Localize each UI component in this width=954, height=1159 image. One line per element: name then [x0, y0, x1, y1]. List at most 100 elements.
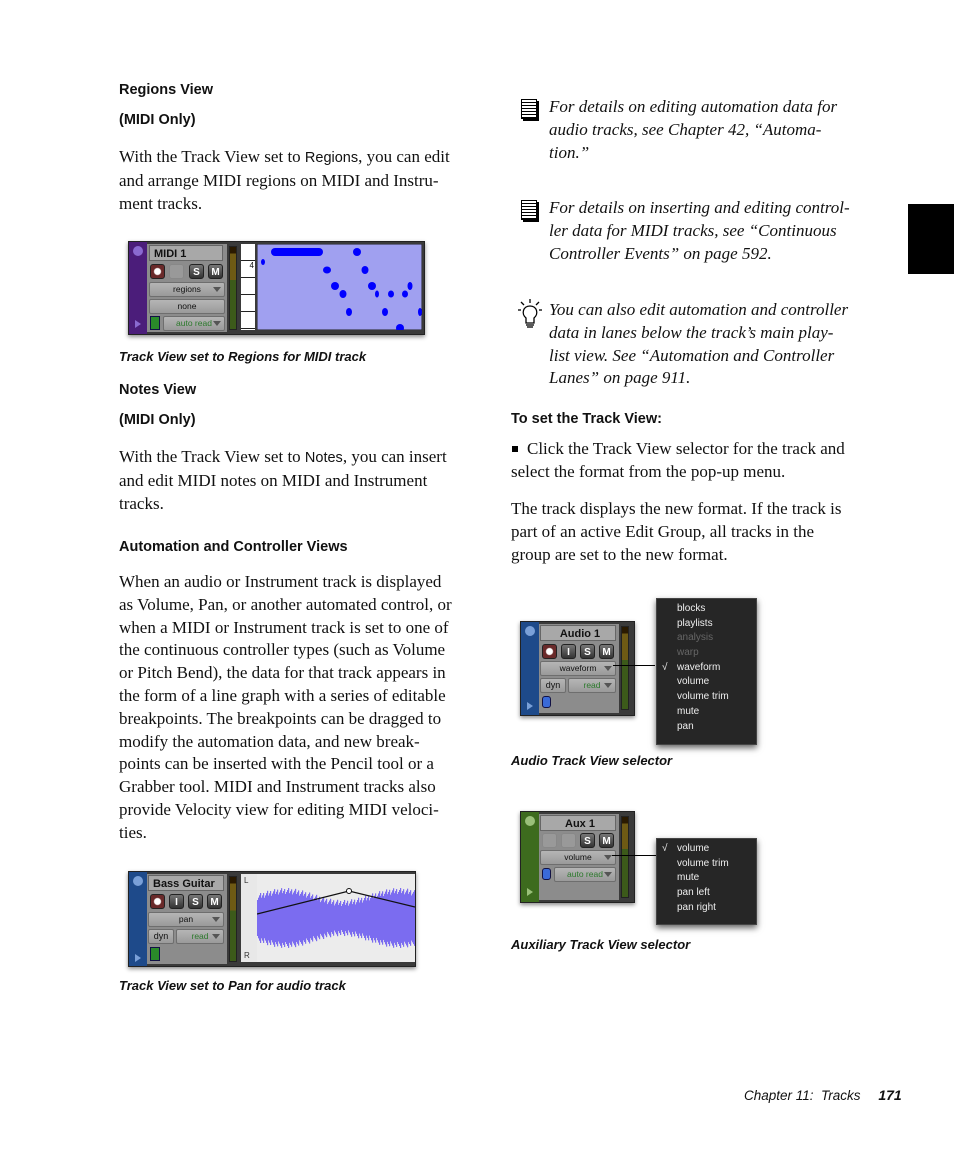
- midi-note: [418, 308, 422, 316]
- menu-item-playlists[interactable]: playlists: [657, 617, 756, 632]
- menu-item-volume[interactable]: √ volume: [657, 842, 756, 857]
- expand-arrow-icon[interactable]: [135, 320, 141, 328]
- track-name[interactable]: MIDI 1: [149, 245, 223, 261]
- input-button[interactable]: I: [561, 644, 576, 659]
- menu-item-pan-right[interactable]: pan right: [657, 901, 756, 916]
- midi-note: [346, 308, 352, 316]
- pan-automation-lane[interactable]: [257, 874, 415, 962]
- notes-view-subheading: (MIDI Only): [119, 412, 196, 428]
- blank-button: [561, 833, 576, 848]
- record-enable-button[interactable]: [150, 264, 165, 279]
- midi-note: [382, 308, 388, 316]
- mute-button[interactable]: M: [599, 644, 614, 659]
- solo-button[interactable]: S: [189, 264, 204, 279]
- menu-item-pan-left[interactable]: pan left: [657, 886, 756, 901]
- blank-button: [542, 833, 557, 848]
- midi-note: [375, 290, 379, 298]
- expand-arrow-icon[interactable]: [135, 954, 141, 962]
- input-monitor-icon[interactable]: [150, 947, 160, 961]
- midi-note: [368, 282, 376, 290]
- midi-track-figure-caption: Track View set to Regions for MIDI track: [119, 349, 367, 364]
- midi-note: [339, 290, 347, 298]
- bass-guitar-track-figure: Bass Guitar I S M pan dyn read L R: [128, 871, 416, 967]
- level-meter: [621, 816, 629, 898]
- regions-view-heading: Regions View: [119, 82, 214, 98]
- automation-breakpoint: [346, 888, 352, 894]
- note-automation-reference: For details on editing automation data f…: [549, 97, 838, 162]
- page-number: 171: [878, 1087, 902, 1103]
- dyn-button[interactable]: dyn: [148, 929, 174, 944]
- automation-mode-selector[interactable]: read: [176, 929, 224, 944]
- expand-arrow-icon[interactable]: [527, 888, 533, 896]
- record-enable-button[interactable]: [542, 644, 557, 659]
- midi-note: [353, 248, 361, 256]
- automation-mode-selector[interactable]: read: [568, 678, 616, 693]
- note-automation-lanes-tip: You can also edit automation and control…: [549, 300, 849, 388]
- chapter-thumb-tab: [908, 204, 954, 274]
- piano-keyboard: 4: [241, 244, 255, 330]
- midi-note: [361, 266, 369, 274]
- track-view-selector[interactable]: waveform: [540, 661, 616, 676]
- level-meter: [229, 246, 237, 330]
- ruler-label: 4: [249, 261, 254, 270]
- automation-mode-selector[interactable]: auto read: [163, 316, 225, 331]
- solo-button[interactable]: S: [580, 644, 595, 659]
- input-monitor-icon[interactable]: [150, 316, 160, 330]
- input-button[interactable]: I: [169, 894, 184, 909]
- expand-arrow-icon[interactable]: [527, 702, 533, 710]
- dyn-button[interactable]: dyn: [540, 678, 566, 693]
- mute-button[interactable]: M: [599, 833, 614, 848]
- track-name[interactable]: Audio 1: [540, 625, 616, 641]
- playlist-selector[interactable]: none: [149, 299, 225, 314]
- menu-item-waveform[interactable]: √ waveform: [657, 661, 756, 676]
- checkmark-icon: √: [662, 661, 668, 673]
- lane-ruler: L R: [241, 874, 257, 962]
- procedure-heading: To set the Track View:: [511, 411, 662, 427]
- track-menu-icon[interactable]: [133, 246, 143, 256]
- mute-button[interactable]: M: [208, 264, 223, 279]
- menu-item-volume[interactable]: volume: [657, 675, 756, 690]
- track-name[interactable]: Bass Guitar: [148, 875, 224, 891]
- midi-note: [323, 266, 331, 274]
- menu-item-blocks[interactable]: blocks: [657, 602, 756, 617]
- note-controller-reference: For details on inserting and editing con…: [549, 198, 850, 263]
- midi-notes-lane[interactable]: [257, 244, 422, 330]
- track-menu-icon[interactable]: [133, 876, 143, 886]
- midi-note: [331, 282, 339, 290]
- level-meter: [229, 876, 237, 962]
- regions-view-body: With the Track View set to Regions, you …: [119, 147, 450, 213]
- voice-icon[interactable]: [542, 868, 551, 880]
- solo-button[interactable]: S: [188, 894, 203, 909]
- track-name[interactable]: Aux 1: [540, 815, 616, 831]
- menu-item-mute[interactable]: mute: [657, 871, 756, 886]
- menu-item-volume-trim[interactable]: volume trim: [657, 690, 756, 705]
- level-meter: [621, 626, 629, 710]
- notes-view-body: With the Track View set to Notes, you ca…: [119, 447, 447, 513]
- track-view-selector[interactable]: regions: [149, 282, 225, 297]
- callout-leader-line: [613, 665, 655, 666]
- menu-item-pan[interactable]: pan: [657, 720, 756, 735]
- track-view-selector[interactable]: volume: [540, 850, 616, 865]
- track-view-selector[interactable]: pan: [148, 912, 224, 927]
- solo-button[interactable]: S: [580, 833, 595, 848]
- page-footer: Chapter 11: Tracks 171: [744, 1087, 902, 1103]
- midi-track-figure: MIDI 1 S M regions none auto read 4: [128, 241, 425, 335]
- voice-icon[interactable]: [542, 696, 551, 708]
- mute-button[interactable]: M: [207, 894, 222, 909]
- menu-item-mute[interactable]: mute: [657, 705, 756, 720]
- blank-button: [169, 264, 184, 279]
- track-menu-icon[interactable]: [525, 626, 535, 636]
- track-color-strip: [129, 872, 147, 966]
- automation-views-heading: Automation and Controller Views: [119, 539, 348, 555]
- bullet-icon: [512, 445, 518, 452]
- bass-guitar-figure-caption: Track View set to Pan for audio track: [119, 978, 346, 993]
- footer-chapter: Chapter 11: Tracks: [744, 1088, 861, 1103]
- lane-bottom-label: R: [244, 951, 250, 960]
- automation-mode-selector[interactable]: auto read: [554, 867, 616, 882]
- record-enable-button[interactable]: [150, 894, 165, 909]
- track-menu-icon[interactable]: [525, 816, 535, 826]
- menu-item-volume-trim[interactable]: volume trim: [657, 857, 756, 872]
- aux-track-figure-caption: Auxiliary Track View selector: [511, 937, 691, 952]
- midi-note: [402, 290, 408, 298]
- document-icon: [521, 200, 537, 220]
